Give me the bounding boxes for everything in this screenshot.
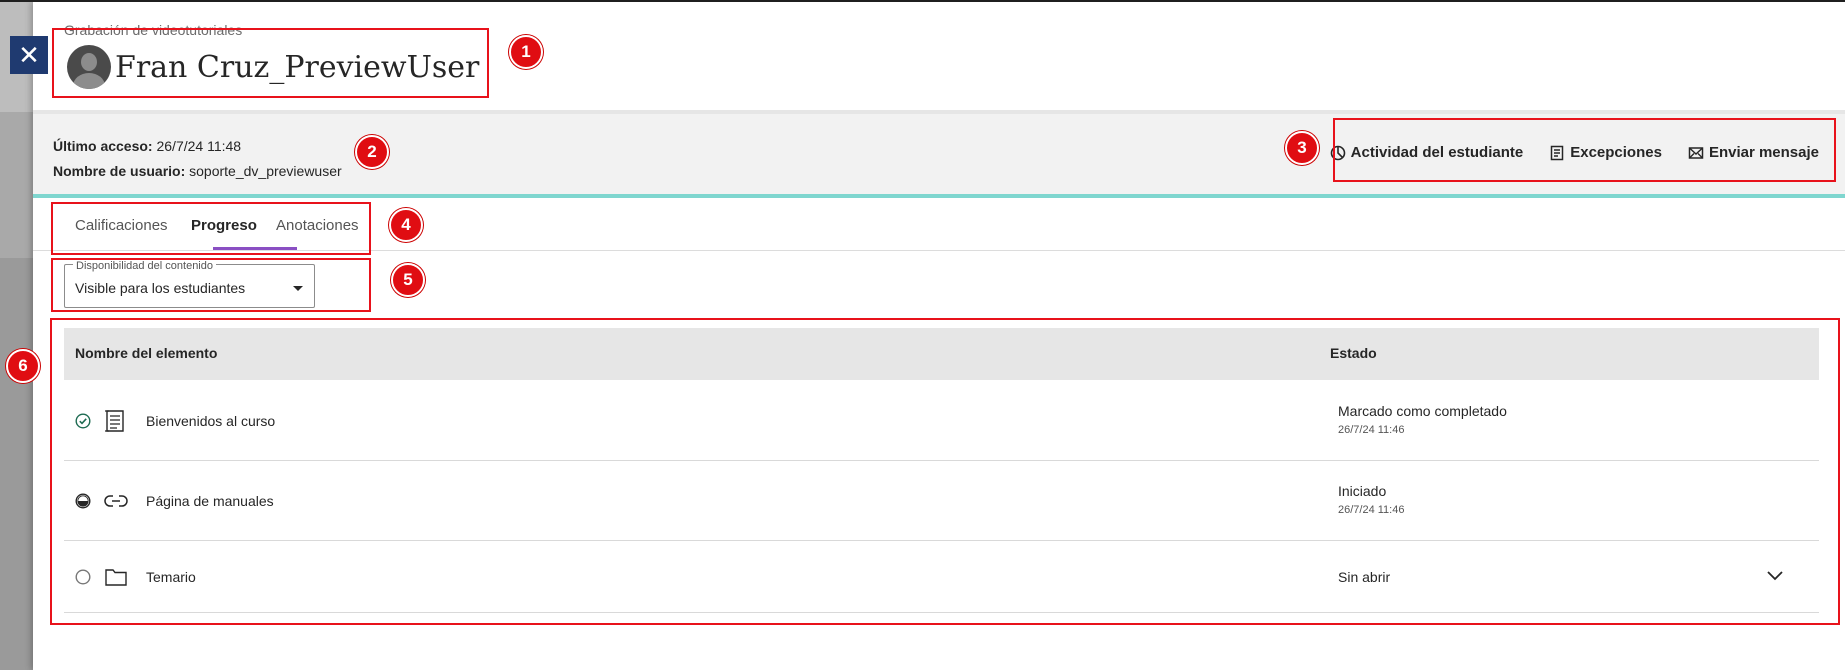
top-border [0,0,1845,2]
background-page-section [0,112,33,258]
username-label: Nombre de usuario: [53,163,186,179]
annotation-box-1 [52,28,489,98]
last-access-value: 26/7/24 11:48 [156,138,242,154]
annotation-box-4 [51,202,371,255]
background-page [0,0,33,670]
annotation-box-5 [51,258,371,312]
close-panel-button[interactable]: ✕ [10,36,48,74]
username: Nombre de usuario: soporte_dv_previewuse… [53,163,342,179]
annotation-box-6 [50,318,1840,625]
annotation-badge-5: 5 [391,263,425,297]
annotation-badge-6: 6 [6,349,40,383]
annotation-badge-1: 1 [509,35,543,69]
annotation-badge-4: 4 [389,208,423,242]
annotation-badge-2: 2 [355,135,389,169]
username-value: soporte_dv_previewuser [189,163,342,179]
annotation-box-3 [1333,118,1836,182]
last-access-label: Último acceso: [53,138,153,154]
last-access: Último acceso: 26/7/24 11:48 [53,138,241,154]
annotation-badge-3: 3 [1285,131,1319,165]
close-icon: ✕ [18,39,40,70]
